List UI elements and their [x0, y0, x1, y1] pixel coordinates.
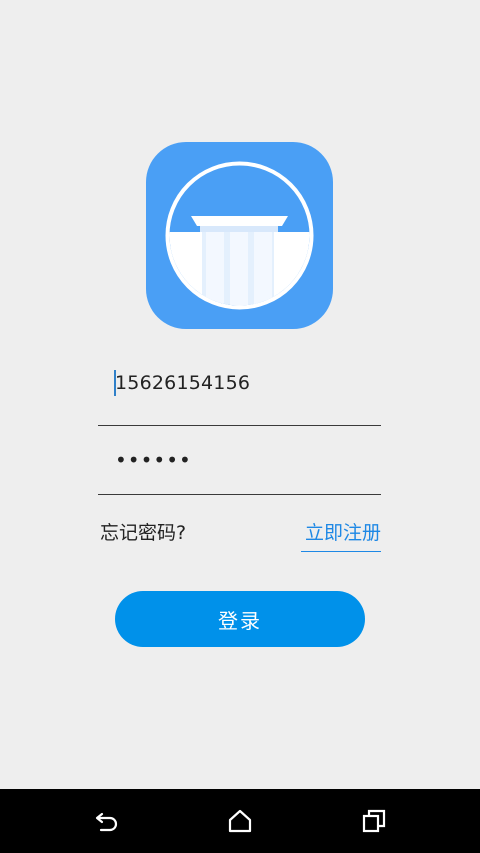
phone-input[interactable]: 15626154156	[98, 360, 381, 426]
pillar-gate-icon	[146, 142, 333, 329]
system-nav-bar	[0, 789, 480, 853]
app-logo-icon	[146, 142, 333, 329]
back-icon[interactable]	[93, 807, 121, 835]
recents-icon[interactable]	[360, 807, 388, 835]
password-input[interactable]: ••••••	[98, 440, 381, 495]
password-input-value: ••••••	[115, 448, 192, 472]
login-screen: 15626154156 •••••• 忘记密码? 立即注册 登录	[0, 0, 480, 853]
home-icon[interactable]	[226, 807, 254, 835]
forgot-password-link[interactable]: 忘记密码?	[100, 518, 186, 545]
login-button[interactable]: 登录	[115, 591, 365, 647]
phone-input-value: 15626154156	[115, 372, 251, 394]
register-link[interactable]: 立即注册	[301, 518, 381, 552]
